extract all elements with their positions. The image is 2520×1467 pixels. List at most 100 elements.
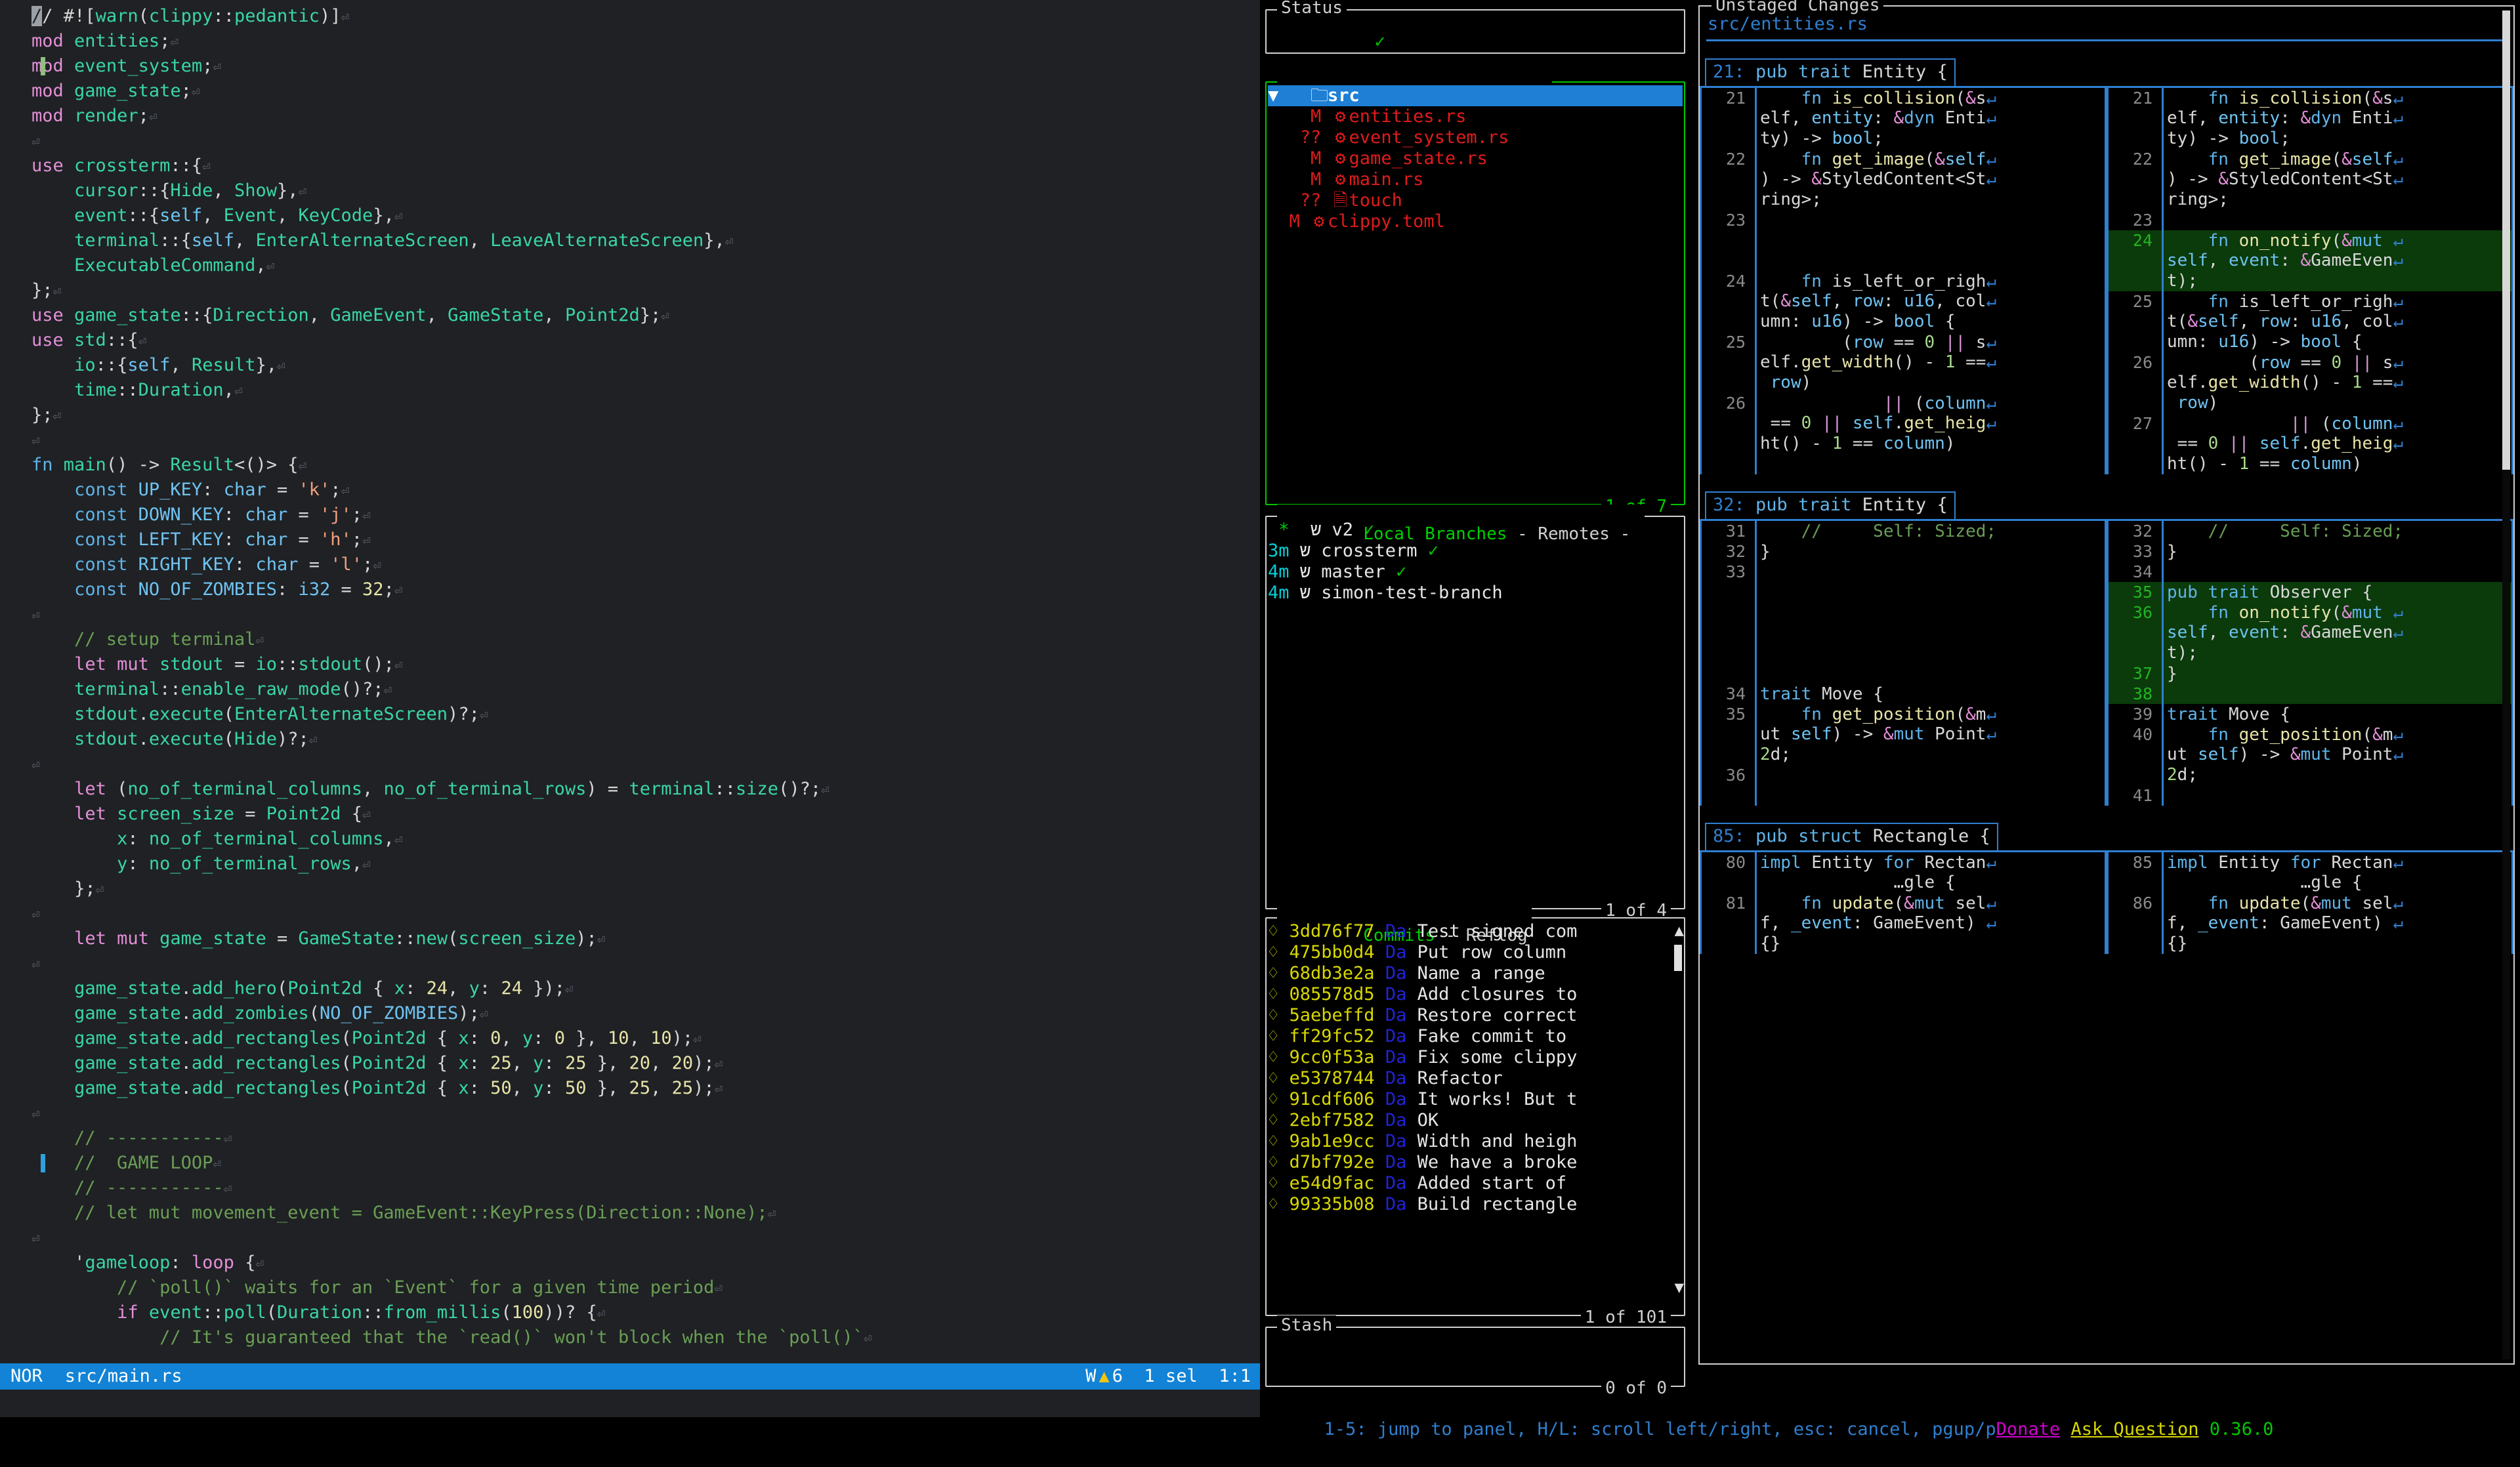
diff-line: umn: u16) -> bool {	[1700, 312, 2107, 332]
donate-link[interactable]: Donate	[1996, 1419, 2061, 1439]
commit-list-item[interactable]: ♢ 68db3e2a Da Name a range	[1268, 963, 1683, 984]
commits-list[interactable]: ♢ 3dd76f77 Da Test signed com♢ 475bb0d4 …	[1268, 921, 1683, 1312]
diff-line-text: 2d;	[2167, 765, 2198, 785]
commit-list-item[interactable]: ♢ d7bf792e Da We have a broke	[1268, 1152, 1683, 1173]
diff-hunk-header[interactable]: 85: pub struct Rectangle {	[1705, 823, 1998, 852]
diff-hunk-header[interactable]: 21: pub trait Entity {	[1705, 58, 1956, 87]
files-list-item[interactable]: ▼ 🗀src	[1268, 85, 1683, 106]
diff-scrollbar-thumb[interactable]	[2502, 10, 2510, 470]
diff-line-text: elf, entity: &dyn Enti	[1760, 108, 1986, 128]
commits-panel[interactable]: Commits - Reflog 1 of 101 ♢ 3dd76f77 Da …	[1265, 917, 1685, 1316]
files-list-item[interactable]: M ⚙clippy.toml	[1268, 211, 1683, 232]
diff-line: {}	[1700, 934, 2107, 954]
editor-line: terminal::{self, EnterAlternateScreen, L…	[0, 228, 1260, 253]
commit-graph-icon: ♢	[1268, 963, 1290, 983]
diff-line	[1700, 230, 2107, 251]
commits-scrollbar-thumb[interactable]	[1674, 945, 1682, 971]
branch-list-item[interactable]: 4m ש simon-test-branch	[1268, 583, 1683, 604]
diff-line: 38	[2107, 684, 2513, 704]
commit-author: Da	[1385, 921, 1407, 941]
diff-line-text: fn is_left_or_righ	[1760, 272, 1986, 291]
files-list-item[interactable]: ?? ⚙event_system.rs	[1268, 127, 1683, 148]
commit-list-item[interactable]: ♢ 99335b08 Da Build rectangle	[1268, 1194, 1683, 1215]
diff-line-text: fn update(&mut sel	[2167, 894, 2393, 913]
commit-message: Name a range	[1418, 963, 1545, 983]
commit-author: Da	[1385, 1005, 1407, 1025]
files-panel[interactable]: Files - Submodules 1 of 7 ▼ 🗀src M ⚙enti…	[1265, 81, 1685, 505]
commit-author: Da	[1385, 1047, 1407, 1067]
helix-editor-pane[interactable]: // #![warn(clippy::pedantic)]⏎mod entiti…	[0, 0, 1260, 1417]
diff-hunk-header[interactable]: 32: pub trait Entity {	[1705, 491, 1956, 520]
commit-list-item[interactable]: ♢ e54d9fac Da Added start of	[1268, 1173, 1683, 1194]
file-expander[interactable]	[1268, 127, 1278, 148]
helix-command-line[interactable]	[0, 1390, 1260, 1417]
file-expander[interactable]	[1268, 169, 1278, 190]
files-list-item[interactable]: M ⚙main.rs	[1268, 169, 1683, 190]
diff-line-text: t(&self, row: u16, col	[1760, 291, 1986, 311]
diff-line: 36	[1700, 765, 2107, 785]
diff-line-text: {}	[2167, 934, 2187, 953]
commit-list-item[interactable]: ♢ 5aebeffd Da Restore correct	[1268, 1005, 1683, 1026]
commit-list-item[interactable]: ♢ 91cdf606 Da It works! But t	[1268, 1089, 1683, 1110]
commit-message: Put row column	[1418, 942, 1567, 962]
diff-line: 85impl Entity for Rectan↵	[2107, 852, 2513, 873]
check-icon: ✓	[1375, 31, 1385, 50]
editor-text-area[interactable]: // #![warn(clippy::pedantic)]⏎mod entiti…	[0, 0, 1260, 1363]
scroll-down-arrow-icon[interactable]: ▼	[1675, 1279, 1684, 1295]
diff-line-text: fn is_left_or_righ	[2167, 292, 2393, 312]
editor-line: game_state.add_rectangles(Point2d { x: 2…	[0, 1051, 1260, 1076]
diff-body[interactable]: src/entities.rs21: pub trait Entity {21 …	[1700, 13, 2513, 1359]
branch-list-item[interactable]: * ש v2 ✓	[1268, 520, 1683, 541]
diff-line: elf, entity: &dyn Enti↵	[1700, 108, 2107, 129]
files-list-item[interactable]: M ⚙entities.rs	[1268, 106, 1683, 127]
diff-line: …gle {	[2107, 873, 2513, 893]
ask-question-link[interactable]: Ask Question	[2070, 1419, 2198, 1439]
diff-gutter-rule	[1755, 521, 1757, 806]
editor-line: // let mut movement_event = GameEvent::K…	[0, 1201, 1260, 1226]
commit-hash: 91cdf606	[1290, 1089, 1375, 1109]
commit-author: Da	[1385, 942, 1407, 962]
branch-name: simon-test-branch	[1321, 583, 1502, 603]
file-expander[interactable]	[1268, 148, 1278, 169]
diff-line-number: 34	[2107, 562, 2152, 582]
diff-line: 26 (row == 0 || s↵	[2107, 352, 2513, 373]
commit-list-item[interactable]: ♢ 9ab1e9cc Da Width and heigh	[1268, 1131, 1683, 1152]
diff-line-text: fn get_image(&self	[1760, 150, 1986, 169]
diff-line-number: 86	[2107, 893, 2152, 913]
commit-list-item[interactable]: ♢ 475bb0d4 Da Put row column	[1268, 942, 1683, 963]
file-expander[interactable]	[1268, 106, 1278, 127]
file-expander[interactable]	[1268, 211, 1278, 232]
diff-line-number: 40	[2107, 724, 2152, 745]
editor-line: let mut stdout = io::stdout();⏎	[0, 652, 1260, 677]
file-expander[interactable]: ▼	[1268, 85, 1278, 106]
commit-list-item[interactable]: ♢ e5378744 Da Refactor	[1268, 1068, 1683, 1089]
file-expander[interactable]	[1268, 190, 1278, 211]
branches-panel[interactable]: Local Branches - Remotes - 1 of 4 * ש v2…	[1265, 516, 1685, 909]
diff-line-text: // Self: Sized;	[2167, 522, 2403, 541]
diff-line: 21 fn is_collision(&s↵	[1700, 88, 2107, 108]
diff-gutter-rule	[2162, 852, 2164, 954]
commit-message: OK	[1418, 1110, 1439, 1130]
commit-list-item[interactable]: ♢ 3dd76f77 Da Test signed com	[1268, 921, 1683, 942]
files-list[interactable]: ▼ 🗀src M ⚙entities.rs ?? ⚙event_system.r…	[1268, 85, 1683, 501]
unstaged-changes-panel[interactable]: Unstaged Changes src/entities.rs21: pub …	[1698, 5, 2515, 1365]
files-list-item[interactable]: M ⚙game_state.rs	[1268, 148, 1683, 169]
stash-panel[interactable]: Stash 0 of 0	[1265, 1327, 1685, 1387]
commit-list-item[interactable]: ♢ ff29fc52 Da Fake commit to	[1268, 1026, 1683, 1047]
diff-line-text: self, event: &GameEven	[2167, 251, 2393, 270]
scroll-up-arrow-icon[interactable]: ▲	[1675, 922, 1684, 938]
diff-line-text: || (column	[1760, 394, 1986, 413]
branch-list-item[interactable]: 4m ש master ✓	[1268, 562, 1683, 583]
branch-list-item[interactable]: 3m ש crossterm ✓	[1268, 541, 1683, 562]
editor-line: };⏎	[0, 877, 1260, 901]
commit-list-item[interactable]: ♢ 9cc0f53a Da Fix some clippy	[1268, 1047, 1683, 1068]
diff-line: ht() - 1 == column)	[2107, 454, 2513, 474]
editor-gutter-marker	[41, 57, 45, 75]
branches-list[interactable]: * ש v2 ✓3m ש crossterm ✓4m ש master ✓4m …	[1268, 520, 1683, 905]
diff-line: elf, entity: &dyn Enti↵	[2107, 108, 2513, 129]
files-list-item[interactable]: ?? 🗎touch	[1268, 190, 1683, 211]
diff-line-text: ring>;	[1760, 190, 1822, 209]
commit-list-item[interactable]: ♢ 2ebf7582 Da OK	[1268, 1110, 1683, 1131]
commit-list-item[interactable]: ♢ 085578d5 Da Add closures to	[1268, 984, 1683, 1005]
diff-line: elf.get_width() - 1 ==↵	[2107, 373, 2513, 393]
